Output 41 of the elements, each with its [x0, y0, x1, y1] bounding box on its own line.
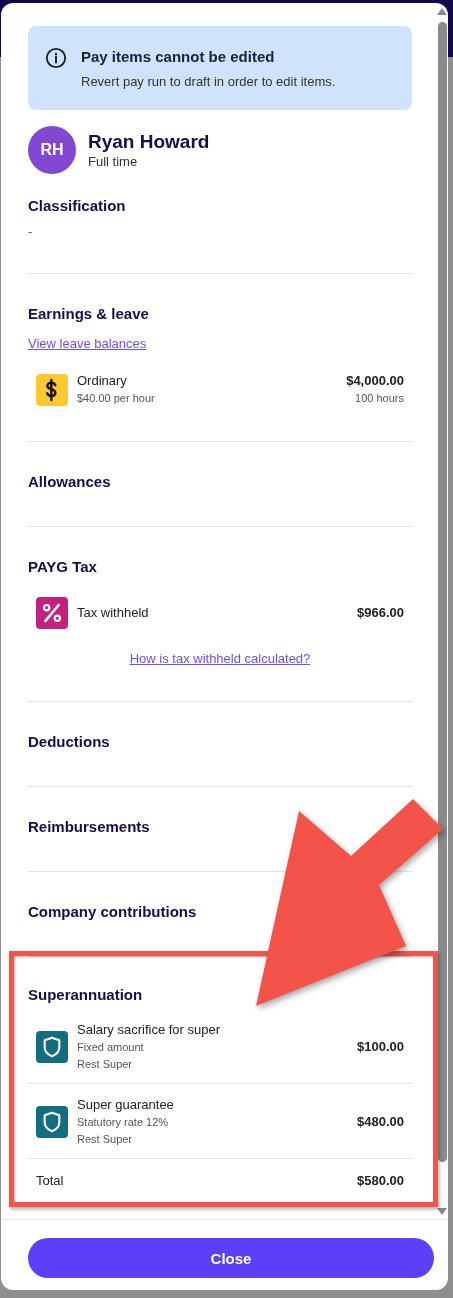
- section-heading: Superannuation: [28, 985, 144, 1005]
- pay-item-amount: $966.00: [357, 604, 404, 622]
- section-heading: Deductions: [28, 732, 111, 752]
- leave-balances-link[interactable]: View leave balances: [28, 336, 147, 352]
- pay-item-name: Ordinary: [77, 372, 128, 390]
- pay-item-amount: $480.00: [357, 1113, 404, 1131]
- pay-item-detail: Statutory rate 12%: [77, 1115, 170, 1130]
- pay-item-amount: $4,000.00: [346, 372, 404, 390]
- section-heading: Classification: [28, 196, 127, 216]
- pay-item-amount: $100.00: [357, 1038, 404, 1056]
- pay-item-hours: 100 hours: [354, 391, 404, 406]
- section-heading: Company contributions: [28, 902, 198, 922]
- pay-item-detail: Fixed amount: [77, 1040, 145, 1055]
- section-heading: Earnings & leave: [28, 304, 150, 324]
- pay-item-name: Super guarantee: [77, 1096, 175, 1114]
- pay-item-detail: Rest Super: [77, 1132, 134, 1147]
- scroll-down-icon[interactable]: [437, 1208, 447, 1215]
- pay-item-detail: $40.00 per hour: [77, 391, 156, 406]
- percent-icon: [36, 597, 68, 629]
- section-heading: Reimbursements: [28, 817, 151, 837]
- shield-icon: [36, 1031, 68, 1063]
- employment-type: Full time: [88, 154, 139, 170]
- section-heading: Allowances: [28, 472, 112, 492]
- total-amount: $580.00: [357, 1173, 404, 1189]
- close-button[interactable]: Close: [28, 1238, 434, 1278]
- info-icon: [45, 47, 67, 69]
- tax-info-link[interactable]: How is tax withheld calculated?: [129, 651, 311, 667]
- avatar: RH: [28, 126, 76, 174]
- dollar-icon: [36, 373, 68, 406]
- pay-item-name: Tax withheld: [77, 604, 150, 622]
- pay-item-detail: Rest Super: [77, 1057, 134, 1072]
- scrollbar-thumb[interactable]: [437, 22, 447, 1162]
- total-label: Total: [36, 1173, 64, 1189]
- shield-icon: [36, 1106, 68, 1138]
- pay-item-name: Salary sacrifice for super: [77, 1021, 222, 1039]
- scroll-up-icon[interactable]: [437, 8, 447, 15]
- alert-message: Revert pay run to draft in order to edit items.: [81, 74, 336, 90]
- alert-title: Pay items cannot be edited: [81, 47, 276, 67]
- employee-name: Ryan Howard: [88, 130, 210, 154]
- section-heading: PAYG Tax: [28, 557, 98, 577]
- section-value: -: [28, 224, 34, 239]
